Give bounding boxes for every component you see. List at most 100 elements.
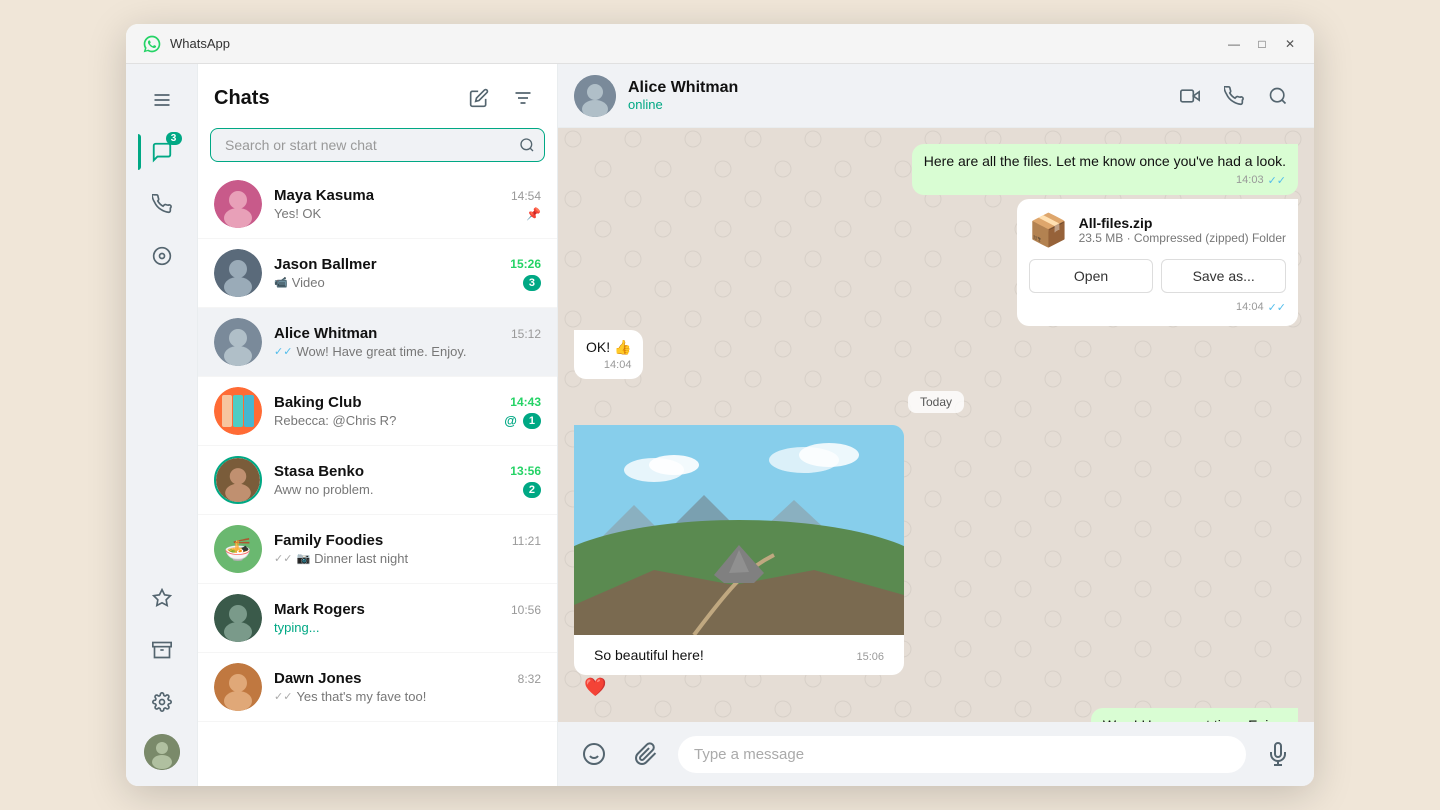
nav-archive-button[interactable] [138,626,186,674]
chat-header-info: Alice Whitman online [628,79,1158,112]
save-file-button[interactable]: Save as... [1161,259,1286,293]
chat-time-alice: 15:12 [511,327,541,341]
message-sent-2: Wow! Have great time. Enjoy. 15:12 ✓✓ [1091,708,1298,722]
attach-button[interactable] [626,734,666,774]
chat-preview-dawn: Yes that's my fave too! [296,689,541,704]
nav-sidebar: 3 [126,64,198,786]
avatar-family: 🍜 [214,525,262,573]
window-controls: — □ ✕ [1226,36,1298,52]
chat-info-dawn: Dawn Jones 8:32 ✓✓ Yes that's my fave to… [274,670,541,704]
nav-bottom [138,574,186,774]
chat-info-family: Family Foodies 11:21 ✓✓ 📷 Dinner last ni… [274,532,541,566]
message-file-1: 📦 All-files.zip 23.5 MB · Compressed (zi… [1017,199,1298,326]
new-chat-button[interactable] [461,80,497,116]
message-input[interactable] [678,736,1246,773]
chat-time-dawn: 8:32 [518,672,541,686]
chat-name-family: Family Foodies [274,532,383,549]
nav-starred-button[interactable] [138,574,186,622]
badge-jason: 3 [523,275,541,291]
photo-caption: So beautiful here! [594,647,704,663]
chat-list-header: Chats [198,64,557,124]
chat-item-dawn[interactable]: Dawn Jones 8:32 ✓✓ Yes that's my fave to… [198,653,557,722]
file-meta: 23.5 MB · Compressed (zipped) Folder [1079,231,1286,245]
open-file-button[interactable]: Open [1029,259,1154,293]
voice-call-button[interactable] [1214,76,1254,116]
chat-name-mark: Mark Rogers [274,601,365,618]
user-avatar[interactable] [144,734,180,770]
title-bar: WhatsApp — □ ✕ [126,24,1314,64]
file-icon: 📦 [1029,211,1069,249]
emoji-button[interactable] [574,734,614,774]
chat-item-baking[interactable]: Baking Club 14:43 Rebecca: @Chris R? @ 1 [198,377,557,446]
photo-reaction[interactable]: ❤️ [574,675,904,704]
chat-header-avatar[interactable] [574,75,616,117]
filter-button[interactable] [505,80,541,116]
photo-caption-area: So beautiful here! 15:06 [574,635,904,675]
chat-name-maya: Maya Kasuma [274,187,374,204]
close-button[interactable]: ✕ [1282,36,1298,52]
chats-badge: 3 [166,132,182,145]
avatar-dawn [214,663,262,711]
search-input[interactable] [210,128,545,162]
app-body: 3 [126,64,1314,786]
chat-item-stasa[interactable]: Stasa Benko 13:56 Aww no problem. 2 [198,446,557,515]
chat-info-stasa: Stasa Benko 13:56 Aww no problem. 2 [274,463,541,498]
chat-item-mark[interactable]: Mark Rogers 10:56 typing... [198,584,557,653]
check-alice: ✓✓ [274,345,292,358]
chat-header-icons [1170,76,1298,116]
message-time-1: 14:03 [1236,174,1264,186]
nav-settings-button[interactable] [138,678,186,726]
chat-item-family[interactable]: 🍜 Family Foodies 11:21 ✓✓ 📷 Dinner last … [198,515,557,584]
check-family: ✓✓ [274,552,292,565]
message-received-1: OK! 👍 14:04 [574,330,643,380]
minimize-button[interactable]: — [1226,36,1242,52]
message-input-bar [558,722,1314,786]
chat-preview-maya: Yes! OK [274,206,522,221]
search-chat-button[interactable] [1258,76,1298,116]
video-call-button[interactable] [1170,76,1210,116]
avatar-baking [214,387,262,435]
message-text-1: Here are all the files. Let me know once… [924,152,1286,172]
app-title: WhatsApp [170,36,1226,51]
nav-calls-button[interactable] [138,180,186,228]
chat-list: Maya Kasuma 14:54 Yes! OK 📌 [198,170,557,786]
video-icon: 📹 [274,276,288,289]
photo-image[interactable] [574,425,904,635]
message-photo-container: So beautiful here! 15:06 ❤️ [574,425,904,704]
chat-preview-mark: typing... [274,620,541,635]
badge-baking: 1 [523,413,541,429]
chat-name-stasa: Stasa Benko [274,463,364,480]
maximize-button[interactable]: □ [1254,36,1270,52]
chat-info-alice: Alice Whitman 15:12 ✓✓ Wow! Have great t… [274,325,541,359]
chat-name-dawn: Dawn Jones [274,670,362,687]
chat-item-alice[interactable]: Alice Whitman 15:12 ✓✓ Wow! Have great t… [198,308,557,377]
svg-text:🍜: 🍜 [224,537,251,562]
chat-main: Alice Whitman online [558,64,1314,786]
chat-item-maya[interactable]: Maya Kasuma 14:54 Yes! OK 📌 [198,170,557,239]
chat-header-status: online [628,97,1158,112]
chat-time-maya: 14:54 [511,189,541,203]
chat-info-mark: Mark Rogers 10:56 typing... [274,601,541,635]
pin-icon-maya: 📌 [526,207,541,221]
nav-chats-button[interactable]: 3 [138,128,186,176]
mic-button[interactable] [1258,734,1298,774]
chat-info-jason: Jason Ballmer 15:26 📹 Video 3 [274,256,541,291]
avatar-maya [214,180,262,228]
chat-preview-baking: Rebecca: @Chris R? [274,413,500,428]
chat-preview-alice: Wow! Have great time. Enjoy. [296,344,541,359]
badge-stasa: 2 [523,482,541,498]
chat-list-header-icons [461,80,541,116]
file-header: 📦 All-files.zip 23.5 MB · Compressed (zi… [1029,211,1286,249]
file-check: ✓✓ [1268,301,1286,314]
message-text-ok: OK! 👍 [586,338,631,358]
chat-header-name: Alice Whitman [628,79,1158,97]
nav-menu-button[interactable] [138,76,186,124]
chat-time-baking: 14:43 [510,395,541,409]
chat-item-jason[interactable]: Jason Ballmer 15:26 📹 Video 3 [198,239,557,308]
photo-time: 15:06 [856,651,884,663]
search-bar [210,128,545,162]
chat-preview-stasa: Aww no problem. [274,482,519,497]
message-check-1: ✓✓ [1268,174,1286,187]
nav-status-button[interactable] [138,232,186,280]
chat-time-jason: 15:26 [510,257,541,271]
